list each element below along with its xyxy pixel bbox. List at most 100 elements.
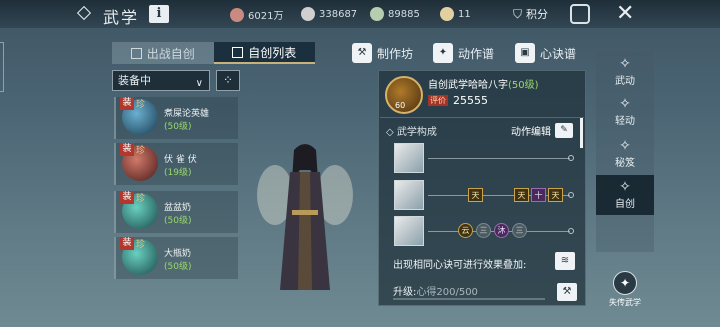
menu-diamond-icon[interactable]	[76, 5, 92, 21]
top-bar: 武学 i 6021万 338687 89885 11 ⛉ 积分 ✕	[0, 0, 720, 28]
equipped-badge: 装	[120, 191, 134, 204]
sidenav-label: 自创	[615, 199, 635, 210]
runner-icon: ✧	[619, 96, 631, 112]
skill-list-item[interactable]: 装 珍 煮屎论英雄 (50级)	[114, 97, 238, 139]
left-edge-tab[interactable]	[0, 42, 4, 92]
grid-view-button[interactable]: ⁘	[216, 70, 240, 91]
rarity-label: 珍	[136, 194, 146, 204]
mind-node[interactable]: 沐	[494, 223, 509, 238]
mind-node[interactable]: 天	[468, 188, 483, 202]
resource-jade: 89885	[370, 7, 420, 21]
settings-gear-icon[interactable]	[570, 4, 590, 24]
skill-level: (50级)	[164, 122, 192, 132]
book-icon: ✧	[619, 138, 631, 154]
sidenav-custom[interactable]: ✧ 自创	[596, 175, 654, 215]
skill-level: (19级)	[164, 168, 192, 178]
fighter-icon: ✧	[619, 56, 631, 72]
track-end-icon	[568, 192, 574, 198]
stack-hint: 出现相同心诀可进行效果叠加:	[393, 260, 527, 271]
mind-node[interactable]: 十	[531, 188, 546, 202]
skill-name: 煮屎论英雄	[164, 109, 210, 119]
move-row: 云 三 沐 三	[394, 216, 578, 246]
lost-arts-label: 失传武学	[609, 298, 641, 307]
tab-label: 出战自创	[146, 46, 195, 61]
skill-list-item[interactable]: 装 珍 盆盆奶 (50级)	[114, 191, 238, 233]
pencil-icon: ✎	[555, 123, 573, 138]
workshop-button[interactable]: ⚒ 制作坊	[352, 42, 413, 64]
track-end-icon	[568, 228, 574, 234]
jade-icon	[370, 7, 384, 21]
skill-name: 盆盆奶	[164, 203, 192, 213]
tab-battle-skills[interactable]: 出战自创	[112, 42, 214, 64]
resource-value: 6021万	[248, 11, 284, 22]
resource-scroll: 11	[440, 7, 471, 21]
edit-label: 动作编辑	[511, 127, 551, 138]
moves-icon: ✦	[433, 43, 453, 63]
skill-level: (50级)	[508, 80, 539, 91]
skill-level: (50级)	[164, 216, 192, 226]
sidenav-lightness[interactable]: ✧ 轻动	[596, 92, 654, 132]
filter-value: 装备中	[118, 74, 151, 87]
skill-name: 大瓶奶	[164, 249, 192, 259]
divider	[380, 117, 584, 118]
rarity-label: 珍	[136, 240, 146, 250]
skill-name: 伏 雀 伏	[164, 155, 197, 165]
equip-filter-dropdown[interactable]: 装备中 ∨	[112, 70, 210, 91]
moves-label: 动作谱	[458, 46, 495, 61]
move-track	[428, 158, 570, 159]
mind-label: 心诀谱	[540, 46, 577, 61]
move-icon[interactable]	[394, 216, 424, 246]
section-title: ◇ 武学构成	[386, 127, 437, 138]
move-row: 天 天 十 天	[394, 180, 578, 210]
resource-value: 11	[458, 8, 471, 20]
score-button[interactable]: ⛉ 积分	[513, 6, 548, 22]
mind-node[interactable]: 三	[512, 223, 527, 238]
shield-icon: ⛉	[513, 6, 523, 21]
mind-book-button[interactable]: ▣ 心诀谱	[515, 42, 576, 64]
ingot-icon	[301, 7, 315, 21]
sidenav-label: 轻动	[615, 116, 635, 127]
coin-pouch-icon	[230, 7, 244, 22]
upgrade-hammer-button[interactable]: ⚒	[557, 283, 577, 301]
resource-value: 338687	[319, 8, 358, 20]
upgrade-value: 心得200/500	[416, 287, 478, 298]
sidenav-secrets[interactable]: ✧ 秘笈	[596, 134, 654, 174]
move-row	[394, 143, 578, 173]
edit-moves-button[interactable]: 动作编辑 ✎	[511, 123, 573, 138]
sidenav-martial-moves[interactable]: ✧ 武动	[596, 52, 654, 92]
mind-node[interactable]: 云	[458, 223, 473, 238]
equipped-badge: 装	[120, 143, 134, 156]
close-icon[interactable]: ✕	[616, 1, 634, 26]
move-icon[interactable]	[394, 180, 424, 210]
skill-list-item[interactable]: 装 珍 大瓶奶 (50级)	[114, 237, 238, 279]
equipped-badge: 装	[120, 237, 134, 250]
section-title-text: 武学构成	[396, 127, 437, 138]
mind-node[interactable]: 三	[476, 223, 491, 238]
scrollbar[interactable]	[580, 118, 583, 148]
mind-node[interactable]: 天	[514, 188, 529, 202]
moves-book-button[interactable]: ✦ 动作谱	[433, 42, 494, 64]
page-title: 武学	[103, 8, 140, 27]
move-icon[interactable]	[394, 143, 424, 173]
skill-list-item[interactable]: 装 珍 伏 雀 伏 (19级)	[114, 143, 238, 185]
emblem-level: 60	[395, 101, 406, 110]
mind-node[interactable]: 天	[548, 188, 563, 202]
workshop-label: 制作坊	[377, 46, 414, 61]
tab-skill-list[interactable]: 自创列表	[213, 42, 315, 64]
resource-coins: 6021万	[230, 7, 283, 22]
stack-layers-button[interactable]: ≋	[555, 252, 575, 270]
book-icon	[232, 46, 244, 58]
track-end-icon	[568, 155, 574, 161]
skill-rating: 评价 25555	[428, 94, 488, 107]
score-label: 积分	[526, 8, 549, 21]
lost-arts-button[interactable]: ✦ 失传武学	[604, 271, 646, 311]
rarity-label: 珍	[136, 146, 146, 156]
skill-name: 自创武学哈哈八字	[428, 80, 508, 91]
upgrade-progress-bar	[393, 298, 545, 300]
skill-title: 自创武学哈哈八字(50级)	[428, 76, 539, 91]
info-button[interactable]: i	[149, 5, 169, 23]
scroll-icon	[440, 7, 454, 21]
lost-arts-icon: ✦	[613, 271, 637, 295]
character-model[interactable]	[250, 140, 360, 300]
left-tabbar: 出战自创 自创列表	[112, 42, 315, 64]
